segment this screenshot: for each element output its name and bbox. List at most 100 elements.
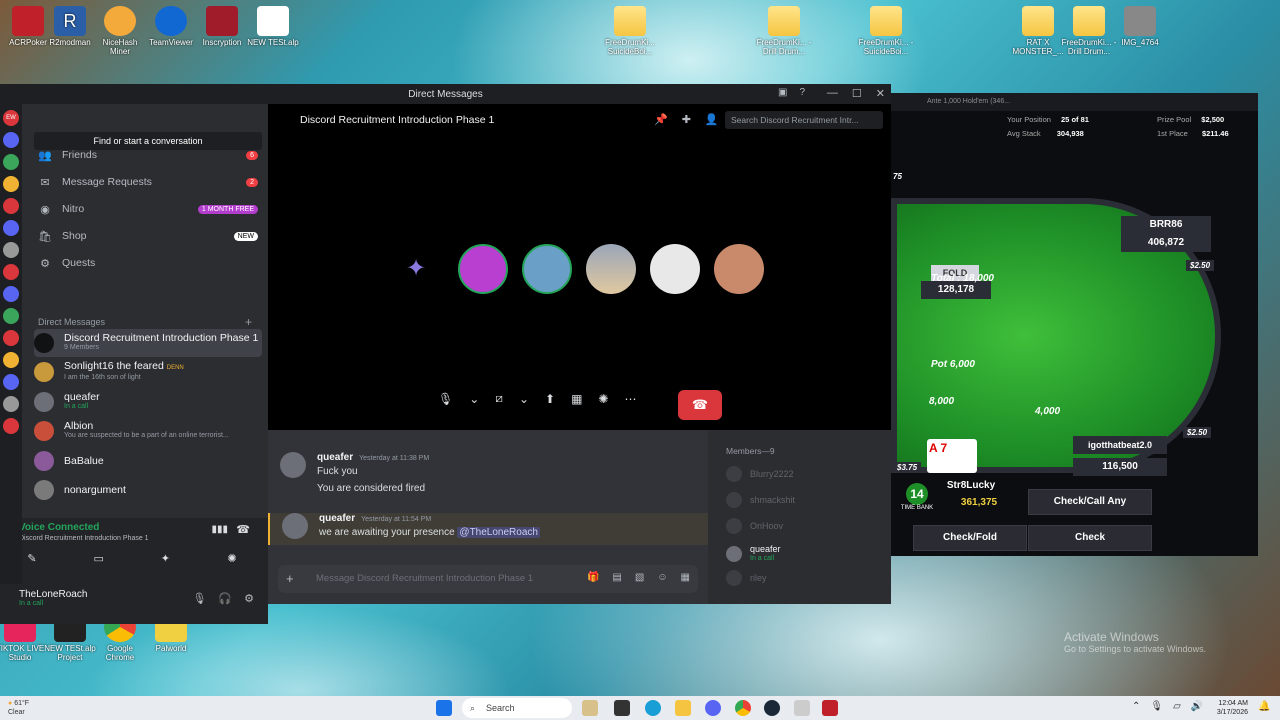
chrome-taskbar-icon[interactable] xyxy=(735,700,751,716)
emoji-icon[interactable]: ☺ xyxy=(657,572,667,583)
server-icon[interactable] xyxy=(3,396,19,412)
desktop-icon-r2modman[interactable]: R R2modman xyxy=(42,6,98,47)
desktop-icon-nicehash[interactable]: NiceHash Miner xyxy=(92,6,148,56)
user-mention[interactable]: @TheLoneRoach xyxy=(457,527,540,538)
discord-taskbar-icon[interactable] xyxy=(705,700,721,716)
acr-poker-taskbar-icon[interactable] xyxy=(822,700,838,716)
member-item[interactable]: riley xyxy=(726,570,767,586)
dm-item-group[interactable]: Discord Recruitment Introduction Phase 1… xyxy=(34,329,262,357)
screenshare-icon[interactable]: ▭ xyxy=(79,552,119,570)
share-screen-icon[interactable]: ⬆ xyxy=(545,392,555,406)
dm-item-sonlight[interactable]: Sonlight16 the feared DENN I am the 16th … xyxy=(34,358,262,386)
add-member-icon[interactable]: ✚ xyxy=(682,113,691,126)
server-icon[interactable] xyxy=(3,308,19,324)
headset-icon[interactable]: 🎧 xyxy=(218,592,232,605)
app-icon[interactable] xyxy=(794,700,810,716)
server-icon[interactable] xyxy=(3,220,19,236)
desktop-folder-1[interactable]: FreeDrumKi... SuicideBoi... xyxy=(602,6,658,56)
server-icon[interactable] xyxy=(3,330,19,346)
edge-icon[interactable] xyxy=(645,700,661,716)
server-icon[interactable] xyxy=(3,418,19,434)
dm-item-babalue[interactable]: BaBalue xyxy=(34,447,262,475)
create-dm-icon[interactable]: + xyxy=(245,315,252,329)
soundboard-icon[interactable]: ✺ xyxy=(598,392,608,406)
member-item[interactable]: OnHoov xyxy=(726,518,783,534)
weather-widget[interactable]: ● 61°F Clear xyxy=(8,699,29,717)
desktop-icon-new-test[interactable]: NEW TESt.alp xyxy=(245,6,301,47)
taskbar-app-icon[interactable] xyxy=(582,700,598,716)
gif-icon[interactable]: ▤ xyxy=(612,572,621,583)
server-icon[interactable] xyxy=(3,352,19,368)
chevron-down-icon[interactable]: ⌄ xyxy=(519,392,529,406)
gift-icon[interactable]: 🎁 xyxy=(587,572,599,583)
minimize-button[interactable]: — xyxy=(827,87,838,100)
voice-channel[interactable]: Discord Recruitment Introduction Phase 1 xyxy=(19,535,149,542)
desktop-icon-img[interactable]: IMG_4764 xyxy=(1112,6,1168,47)
bell-icon[interactable]: 🔔 xyxy=(1258,701,1270,712)
member-item-queafer[interactable]: queafer In a call xyxy=(726,544,781,564)
server-icon[interactable] xyxy=(3,154,19,170)
apps-icon[interactable]: ▦ xyxy=(681,572,690,583)
nav-nitro[interactable]: ◉ Nitro 1 MONTH FREE xyxy=(38,198,258,220)
taskbar-search[interactable]: ⌕ Search xyxy=(462,698,572,718)
participant-avatar[interactable] xyxy=(586,244,636,294)
participant-avatar[interactable] xyxy=(714,244,764,294)
server-icon[interactable] xyxy=(3,286,19,302)
desktop-icon-teamviewer[interactable]: TeamViewer xyxy=(143,6,199,47)
message-author[interactable]: queafer xyxy=(319,513,355,524)
check-call-any-button[interactable]: Check/Call Any xyxy=(1028,489,1152,515)
chevron-down-icon[interactable]: ⌄ xyxy=(469,392,479,406)
server-icon[interactable] xyxy=(3,198,19,214)
avatar[interactable] xyxy=(282,513,308,539)
server-icon[interactable] xyxy=(3,374,19,390)
username[interactable]: TheLoneRoach xyxy=(19,589,87,600)
desktop-folder-3[interactable]: FreeDrumKi... - SuicideBoi... xyxy=(858,6,914,56)
disconnect-icon[interactable]: ☎ xyxy=(236,523,250,536)
settings-gear-icon[interactable]: ⚙ xyxy=(244,592,254,605)
maximize-button[interactable]: ☐ xyxy=(852,87,862,100)
attach-plus-icon[interactable]: + xyxy=(286,571,294,586)
camera-off-icon[interactable]: ⧄ xyxy=(495,391,503,406)
desktop-folder-2[interactable]: FreeDrumKi... - Drill Drum... xyxy=(756,6,812,56)
nav-shop[interactable]: 🛍 Shop NEW xyxy=(38,225,258,247)
check-button[interactable]: Check xyxy=(1028,525,1152,551)
sticker-icon[interactable]: ▧ xyxy=(635,572,644,583)
nav-friends[interactable]: 👥 Friends 6 xyxy=(38,144,258,166)
inbox-icon[interactable]: ▣ xyxy=(778,87,787,98)
server-icon[interactable] xyxy=(3,132,19,148)
hang-up-button[interactable]: ☎ xyxy=(678,390,722,420)
nav-message-requests[interactable]: ✉ Message Requests 2 xyxy=(38,171,258,193)
server-icon[interactable] xyxy=(3,264,19,280)
microphone-icon[interactable]: 🎙 xyxy=(438,392,453,406)
more-icon[interactable]: ⋯ xyxy=(624,392,636,406)
check-fold-button[interactable]: Check/Fold xyxy=(913,525,1027,551)
dm-item-queafer[interactable]: queafer In a call xyxy=(34,388,262,416)
desktop-folder-4[interactable]: RAT X MONSTER_... xyxy=(1010,6,1066,56)
task-view-icon[interactable] xyxy=(614,700,630,716)
message-input[interactable]: Message Discord Recruitment Introduction… xyxy=(316,573,533,584)
server-icon[interactable] xyxy=(3,242,19,258)
help-icon[interactable]: ? xyxy=(799,87,805,98)
channel-search-input[interactable]: Search Discord Recruitment Intr... xyxy=(725,111,883,129)
server-icon[interactable] xyxy=(3,176,19,192)
message-author[interactable]: queafer xyxy=(317,452,353,463)
member-list-icon[interactable]: 👤 xyxy=(705,113,719,126)
participant-avatar[interactable] xyxy=(522,244,572,294)
dm-item-albion[interactable]: Albion You are suspected to be a part of … xyxy=(34,417,262,445)
poker-titlebar[interactable]: Ante 1,000 Hold'em (346... xyxy=(891,93,1258,111)
time-bank[interactable]: 14 TIME BANK xyxy=(897,483,937,511)
file-explorer-icon[interactable] xyxy=(675,700,691,716)
dm-item-nonargument[interactable]: nonargument xyxy=(34,476,262,504)
pin-icon[interactable]: 📌 xyxy=(654,113,668,126)
server-icon[interactable]: EW xyxy=(3,110,19,126)
close-button[interactable]: ✕ xyxy=(876,87,885,100)
clock[interactable]: 12:04 AM 3/17/2026 xyxy=(1206,699,1248,717)
message-composer[interactable]: + Message Discord Recruitment Introducti… xyxy=(278,565,698,593)
avatar[interactable] xyxy=(280,452,306,478)
activities-icon[interactable]: ▦ xyxy=(571,392,582,406)
participant-avatar[interactable] xyxy=(650,244,700,294)
activity-icon[interactable]: ✦ xyxy=(145,552,185,570)
mic-icon[interactable]: 🎙 xyxy=(192,592,206,605)
voice-signal-icon[interactable]: ▮▮▮ xyxy=(211,524,228,535)
member-item[interactable]: Blurry2222 xyxy=(726,466,794,482)
